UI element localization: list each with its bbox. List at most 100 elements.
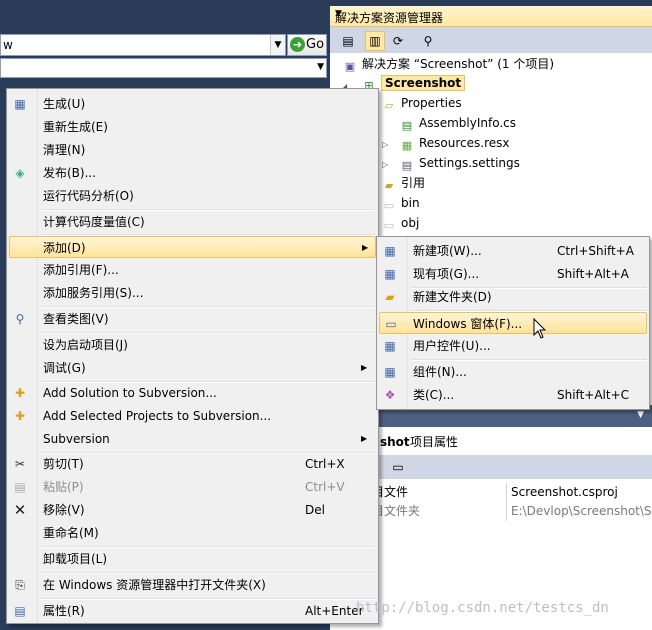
submenu-item-user-control[interactable]: ▦ 用户控件(U)... [379,335,647,357]
menu-item-rebuild[interactable]: 重新生成(E) [9,116,376,138]
menu-item-add-projects-svn[interactable]: ✚ Add Selected Projects to Subversion... [9,405,376,427]
folder-open-icon: ▱ [384,99,394,112]
property-key: 目文件夹 [372,504,421,518]
new-item-icon: ▦ [384,244,396,258]
menu-item-subversion[interactable]: Subversion ▶ [9,428,376,450]
menu-item-label: 调试(G) [43,361,86,375]
navigation-combo[interactable]: w ▼ [0,34,286,56]
properties-toolbar-icon[interactable]: ▤ [338,31,358,51]
menu-item-add-solution-svn[interactable]: ✚ Add Solution to Subversion... [9,382,376,404]
new-folder-icon: ▰ [385,290,395,304]
menu-item-properties[interactable]: ▤ 属性(R) Alt+Enter [9,600,376,622]
tree-item-label: 引用 [401,176,426,190]
submenu-item-class[interactable]: ❖ 类(C)... Shift+Alt+C [379,384,647,406]
windows-form-icon: ▭ [385,317,397,331]
chevron-down-icon[interactable]: ▼ [335,9,644,19]
submenu-item-component[interactable]: ▦ 组件(N)... [379,361,647,383]
menu-item-label: 添加引用(F)... [43,263,119,277]
menu-item-label: 现有项(G)... [413,267,480,281]
menu-item-label: 在 Windows 资源管理器中打开文件夹(X) [43,578,266,592]
tree-item-bin[interactable]: ▭ bin [382,193,420,213]
menu-item-label: 新建文件夹(D) [413,290,492,304]
component-icon: ▦ [384,365,396,379]
submenu-arrow-icon: ▶ [361,363,368,372]
menu-item-clean[interactable]: 清理(N) [9,139,376,161]
svn-add-icon: ✚ [14,386,26,400]
tree-item-settings[interactable]: ▤ Settings.settings [400,153,520,173]
tree-item-references[interactable]: ▰ 引用 [382,173,425,193]
user-control-icon: ▦ [384,339,396,353]
class-icon: ❖ [384,388,396,402]
tree-item-label: Properties [401,96,462,110]
refresh-icon[interactable]: ⟳ [388,31,408,51]
property-pages-icon[interactable]: ▭ [388,457,408,477]
menu-item-publish[interactable]: ◈ 发布(B)... [9,162,376,184]
menu-item-shortcut: Shift+Alt+A [557,267,629,281]
menu-item-paste: ▤ 粘贴(P) Ctrl+V [9,476,376,498]
menu-item-view-class-diagram[interactable]: ⚲ 查看类图(V) [9,308,376,330]
menu-item-open-in-explorer[interactable]: ⎘ 在 Windows 资源管理器中打开文件夹(X) [9,574,376,596]
menu-item-set-startup[interactable]: 设为启动项目(J) [9,334,376,356]
solution-icon: ▣ [344,60,356,73]
submenu-item-windows-form[interactable]: ▭ Windows 窗体(F)... [379,312,647,334]
solution-node-label: 解决方案 “Screenshot” (1 个项目) [362,57,555,71]
menu-item-rename[interactable]: 重命名(M) [9,522,376,544]
menu-item-label: 运行代码分析(O) [43,189,134,203]
menu-item-label: 卸载项目(L) [43,552,108,566]
properties-object-name: shot [380,435,410,449]
add-submenu: ▦ 新建项(W)... Ctrl+Shift+A ▦ 现有项(G)... Shi… [376,236,650,410]
menu-item-label: 重新生成(E) [43,120,108,134]
menu-item-label: Subversion [43,432,110,446]
chevron-down-icon[interactable]: ▼ [270,35,285,55]
menu-item-remove[interactable]: ✕ 移除(V) Del [9,499,376,521]
menu-item-label: 查看类图(V) [43,312,109,326]
chevron-down-icon[interactable]: ▼ [317,62,324,72]
submenu-item-new-folder[interactable]: ▰ 新建文件夹(D) [379,286,647,308]
tree-item-assemblyinfo[interactable]: ▤ AssemblyInfo.cs [400,113,516,133]
go-arrow-icon: ➜ [290,37,305,52]
menu-item-label: 生成(U) [43,97,86,111]
publish-icon: ◈ [15,166,25,180]
solution-node[interactable]: ▣ 解决方案 “Screenshot” (1 个项目) [343,54,554,74]
paste-icon: ▤ [14,480,26,494]
menu-item-code-metrics[interactable]: 计算代码度量值(C) [9,211,376,233]
svn-add-selected-icon: ✚ [14,409,26,423]
submenu-item-new-item[interactable]: ▦ 新建项(W)... Ctrl+Shift+A [379,240,647,262]
menu-item-label: 发布(B)... [43,166,97,180]
menu-item-label: Windows 窗体(F)... [413,317,523,331]
solution-explorer-title-bar: 解决方案资源管理器 ▼ [330,6,652,27]
menu-item-label: 移除(V) [43,503,85,517]
menu-item-label: 清理(N) [43,143,86,157]
resource-file-icon: ▦ [401,139,413,152]
property-value: E:\Devlop\Screenshot\Scr [506,502,652,521]
menu-item-add[interactable]: 添加(D) ▶ [9,236,376,258]
menu-item-shortcut: Ctrl+V [305,480,345,494]
folder-icon: ▭ [383,199,395,212]
menu-item-add-reference[interactable]: 添加引用(F)... [9,259,376,281]
class-diagram-icon[interactable]: ⚲ [418,31,438,51]
menu-item-code-analysis[interactable]: 运行代码分析(O) [9,185,376,207]
menu-item-shortcut: Alt+Enter [305,604,364,618]
menu-item-label: 设为启动项目(J) [43,338,128,352]
show-all-files-icon[interactable]: ▥ [365,31,385,51]
menu-item-add-service-reference[interactable]: 添加服务引用(S)... [9,282,376,304]
menu-item-debug[interactable]: 调试(G) ▶ [9,357,376,379]
tree-item-properties[interactable]: ▱ Properties [382,93,462,113]
expand-arrow-icon[interactable]: ▷ [382,140,388,149]
menu-item-build[interactable]: ▦ 生成(U) [9,93,376,115]
menu-item-cut[interactable]: ✂ 剪切(T) Ctrl+X [9,453,376,475]
submenu-item-existing-item[interactable]: ▦ 现有项(G)... Shift+Alt+A [379,263,647,285]
menu-item-label: 剪切(T) [43,457,84,471]
expand-arrow-icon[interactable]: ▷ [382,160,388,169]
menu-item-label: 添加服务引用(S)... [43,286,144,300]
tree-item-obj[interactable]: ▭ obj [382,213,420,233]
folder-icon: ▭ [383,219,395,232]
secondary-combo[interactable]: ▼ [0,58,327,78]
remove-icon: ✕ [13,501,27,519]
editor-top-area: w ▼ ➜ Go ▼ [0,0,330,84]
chevron-down-icon[interactable]: ▼ [637,410,644,420]
menu-item-unload-project[interactable]: 卸载项目(L) [9,548,376,570]
tree-item-resources[interactable]: ▦ Resources.resx [400,133,510,153]
go-button[interactable]: ➜ Go [287,34,327,56]
menu-item-label: 用户控件(U)... [413,339,491,353]
